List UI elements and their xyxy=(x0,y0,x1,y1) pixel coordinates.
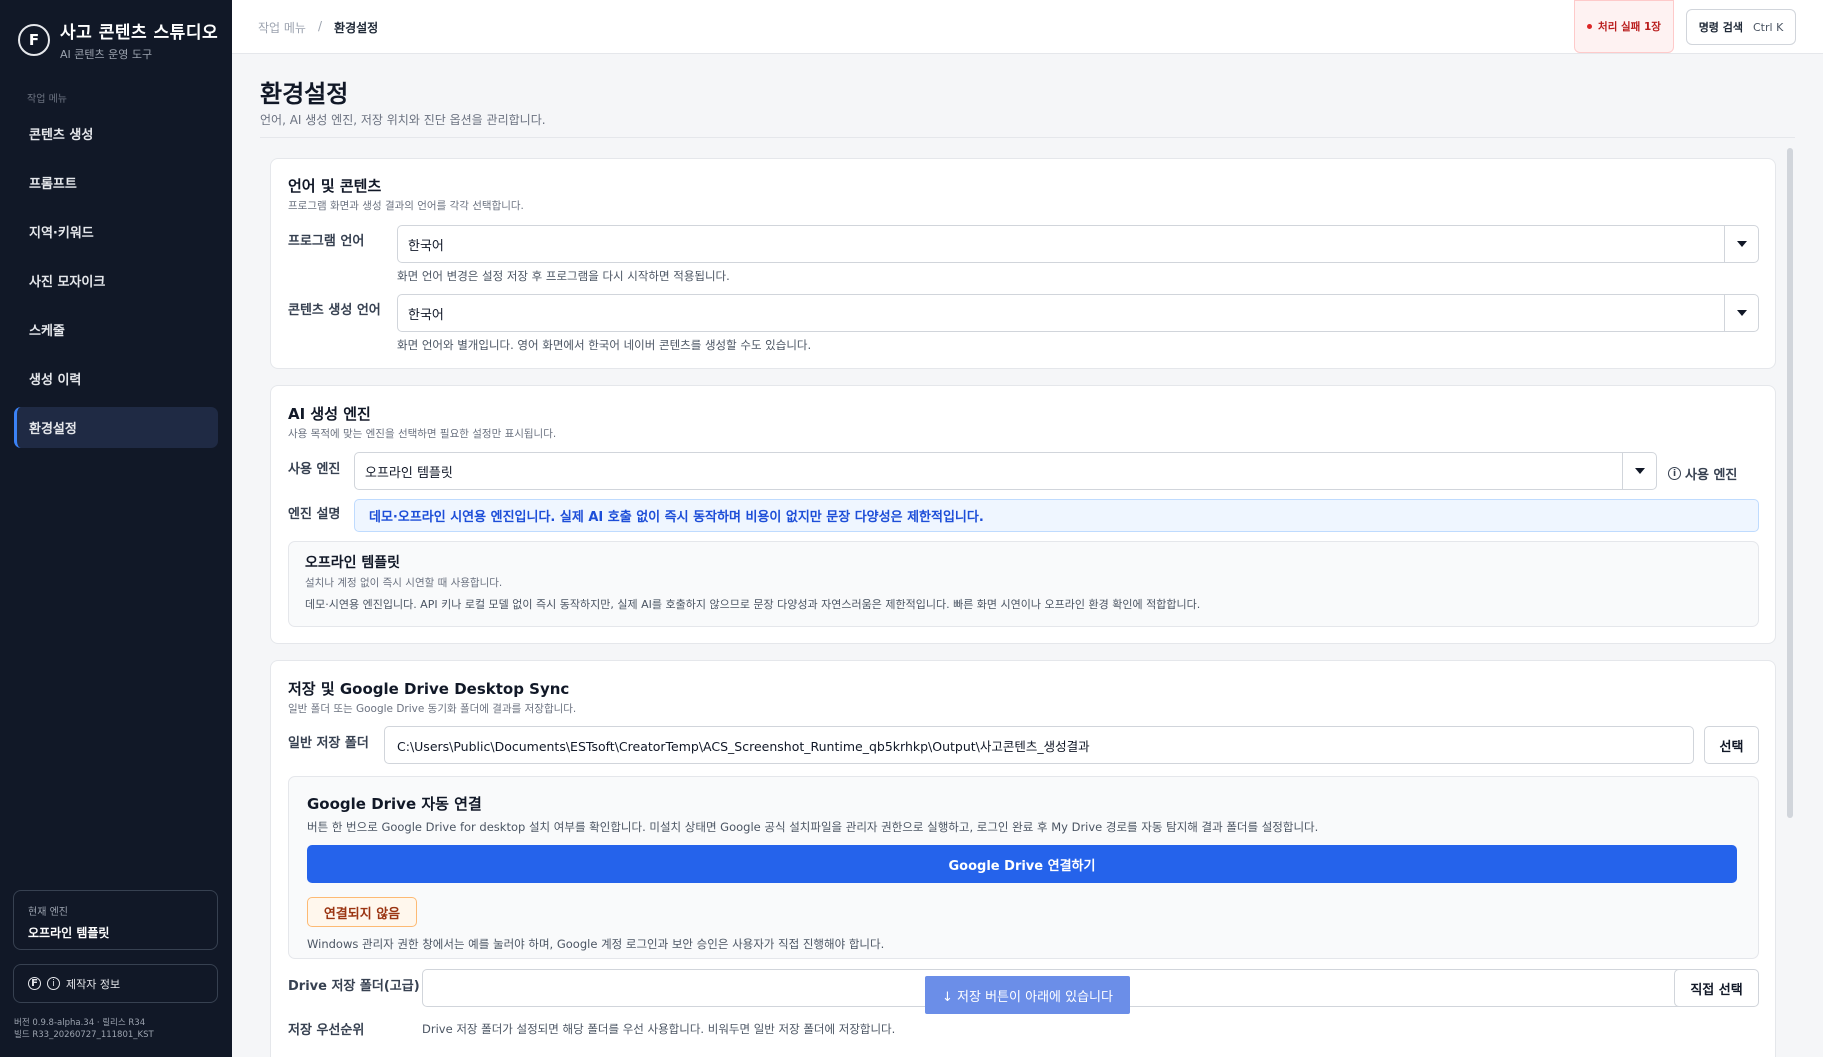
language-card: 언어 및 콘텐츠 프로그램 화면과 생성 결과의 언어를 각각 선택합니다. 프… xyxy=(270,158,1776,369)
engine-detail-box: 오프라인 템플릿 설치나 계정 없이 즉시 시연할 때 사용합니다. 데모·시연… xyxy=(288,541,1759,627)
failure-badge-label: 처리 실패 1장 xyxy=(1598,21,1661,33)
current-engine-value: 오프라인 템플릿 xyxy=(28,926,110,940)
topbar: 작업 메뉴 / 환경설정 처리 실패 1장 명령 검색 Ctrl K xyxy=(232,0,1823,54)
engine-info-link[interactable]: i 사용 엔진 xyxy=(1668,464,1737,483)
maker-info-button[interactable]: F i 제작자 정보 xyxy=(13,964,218,1003)
chevron-down-icon xyxy=(1724,295,1758,331)
engine-info-label: 사용 엔진 xyxy=(1685,468,1738,483)
sidebar-item-label: 환경설정 xyxy=(29,422,77,437)
engine-select-label: 사용 엔진 xyxy=(288,462,341,477)
ai-engine-card-title: AI 생성 엔진 xyxy=(288,405,371,423)
storage-card-subtitle: 일반 폴더 또는 Google Drive 동기화 폴더에 결과를 저장합니다. xyxy=(288,703,577,715)
engine-select[interactable]: 오프라인 템플릿 xyxy=(354,452,1657,490)
sidebar-item-label: 콘텐츠 생성 xyxy=(29,128,94,143)
breadcrumb-current: 환경설정 xyxy=(334,21,379,35)
status-dot-icon xyxy=(1587,24,1593,29)
language-card-title: 언어 및 콘텐츠 xyxy=(288,177,382,195)
google-drive-connect-button[interactable]: Google Drive 연결하기 xyxy=(307,845,1737,883)
app-logo-icon: F xyxy=(18,24,50,56)
drive-folder-label: Drive 저장 폴더(고급) xyxy=(288,979,420,994)
sidebar-item-content-create[interactable]: 콘텐츠 생성 xyxy=(14,113,218,154)
info-icon: i xyxy=(47,977,60,990)
program-language-label: 프로그램 언어 xyxy=(288,234,365,249)
divider xyxy=(260,137,1795,138)
version-info: 버전 0.9.8-alpha.34 · 릴리스 R34 빌드 R33_20260… xyxy=(14,1017,154,1041)
command-shortcut: Ctrl K xyxy=(1753,20,1784,34)
ai-engine-card-subtitle: 사용 목적에 맞는 엔진을 선택하면 필요한 설정만 표시됩니다. xyxy=(288,428,557,440)
command-search-label: 명령 검색 xyxy=(1698,21,1743,34)
content-language-label: 콘텐츠 생성 언어 xyxy=(288,303,381,318)
breadcrumb-root[interactable]: 작업 메뉴 xyxy=(258,19,306,36)
engine-description: 데모·오프라인 시연용 엔진입니다. 실제 AI 호출 없이 즉시 동작하며 비… xyxy=(354,499,1759,532)
scrollbar[interactable] xyxy=(1787,148,1793,818)
sidebar-item-history[interactable]: 생성 이력 xyxy=(14,358,218,399)
command-search-button[interactable]: 명령 검색 Ctrl K xyxy=(1686,9,1796,45)
app-title: 사고 콘텐츠 스튜디오 xyxy=(60,23,219,43)
content-language-value: 한국어 xyxy=(408,307,444,323)
chevron-down-icon xyxy=(1724,226,1758,262)
sidebar-item-settings[interactable]: 환경설정 xyxy=(14,407,218,448)
general-folder-label: 일반 저장 폴더 xyxy=(288,736,369,751)
page-title: 환경설정 xyxy=(260,80,349,108)
version-line: 버전 0.9.8-alpha.34 · 릴리스 R34 xyxy=(14,1018,146,1028)
engine-description-label: 엔진 설명 xyxy=(288,507,341,522)
select-folder-button[interactable]: 선택 xyxy=(1704,726,1759,764)
sidebar-section-label: 작업 메뉴 xyxy=(27,94,67,105)
save-priority-text: Drive 저장 폴더가 설정되면 해당 폴더를 우선 사용합니다. 비워두면 … xyxy=(422,1022,896,1036)
ai-engine-card: AI 생성 엔진 사용 목적에 맞는 엔진을 선택하면 필요한 설정만 표시됩니… xyxy=(270,385,1776,644)
sidebar-item-label: 사진 모자이크 xyxy=(29,275,106,290)
sidebar-item-prompt[interactable]: 프롬프트 xyxy=(14,162,218,203)
current-engine-label: 현재 엔진 xyxy=(28,907,68,918)
sidebar-item-label: 생성 이력 xyxy=(29,373,82,388)
page-subtitle: 언어, AI 생성 엔진, 저장 위치와 진단 옵션을 관리합니다. xyxy=(260,113,546,127)
engine-select-value: 오프라인 템플릿 xyxy=(365,465,453,481)
breadcrumb-separator: / xyxy=(317,19,323,33)
program-language-hint: 화면 언어 변경은 설정 저장 후 프로그램을 다시 시작하면 적용됩니다. xyxy=(397,269,730,283)
info-icon: i xyxy=(1668,467,1681,480)
sidebar-item-photo-mosaic[interactable]: 사진 모자이크 xyxy=(14,260,218,301)
program-language-select[interactable]: 한국어 xyxy=(397,225,1759,263)
sidebar-nav: 콘텐츠 생성 프롬프트 지역·키워드 사진 모자이크 스케줄 생성 이력 환경설… xyxy=(14,113,218,456)
content-language-select[interactable]: 한국어 xyxy=(397,294,1759,332)
direct-select-button[interactable]: 직접 선택 xyxy=(1674,969,1759,1007)
failure-badge[interactable]: 처리 실패 1장 xyxy=(1574,0,1674,53)
storage-card-title: 저장 및 Google Drive Desktop Sync xyxy=(288,680,570,698)
content-language-hint: 화면 언어와 별개입니다. 영어 화면에서 한국어 네이버 콘텐츠를 생성할 수… xyxy=(397,338,812,352)
brand[interactable]: F 사고 콘텐츠 스튜디오 AI 콘텐츠 운영 도구 xyxy=(18,18,218,62)
sidebar-item-label: 스케줄 xyxy=(29,324,65,339)
general-folder-value: C:\Users\Public\Documents\ESTsoft\Creato… xyxy=(397,738,1090,754)
scroll-to-save-hint[interactable]: ↓ 저장 버튼이 아래에 있습니다 xyxy=(925,976,1130,1014)
breadcrumb: 작업 메뉴 / 환경설정 xyxy=(258,19,378,36)
save-priority-label: 저장 우선순위 xyxy=(288,1023,365,1038)
build-line: 빌드 R33_20260727_111801_KST xyxy=(14,1030,154,1040)
app-logo-small-icon: F xyxy=(28,977,41,990)
google-drive-status-badge: 연결되지 않음 xyxy=(307,897,417,927)
engine-detail-title: 오프라인 템플릿 xyxy=(305,555,401,571)
google-drive-description: 버튼 한 번으로 Google Drive for desktop 설치 여부를… xyxy=(307,820,1319,834)
sidebar: F 사고 콘텐츠 스튜디오 AI 콘텐츠 운영 도구 작업 메뉴 콘텐츠 생성 … xyxy=(0,0,232,1057)
google-drive-title: Google Drive 자동 연결 xyxy=(307,795,482,813)
google-drive-box: Google Drive 자동 연결 버튼 한 번으로 Google Drive… xyxy=(288,776,1759,959)
app-subtitle: AI 콘텐츠 운영 도구 xyxy=(60,48,153,61)
chevron-down-icon xyxy=(1622,453,1656,489)
google-drive-note: Windows 관리자 권한 창에서는 예를 눌러야 하며, Google 계정… xyxy=(307,937,885,951)
sidebar-item-schedule[interactable]: 스케줄 xyxy=(14,309,218,350)
general-folder-input[interactable]: C:\Users\Public\Documents\ESTsoft\Creato… xyxy=(384,726,1694,764)
sidebar-item-region-keyword[interactable]: 지역·키워드 xyxy=(14,211,218,252)
maker-info-label: 제작자 정보 xyxy=(66,977,121,991)
engine-detail-text: 데모·시연용 엔진입니다. API 키나 로컬 모델 없이 즉시 동작하지만, … xyxy=(305,598,1201,611)
sidebar-item-label: 프롬프트 xyxy=(29,177,77,192)
engine-detail-subtitle: 설치나 계정 없이 즉시 시연할 때 사용합니다. xyxy=(305,577,503,589)
current-engine-box: 현재 엔진 오프라인 템플릿 xyxy=(13,890,218,950)
program-language-value: 한국어 xyxy=(408,238,444,254)
sidebar-item-label: 지역·키워드 xyxy=(29,226,94,241)
language-card-subtitle: 프로그램 화면과 생성 결과의 언어를 각각 선택합니다. xyxy=(288,200,524,212)
